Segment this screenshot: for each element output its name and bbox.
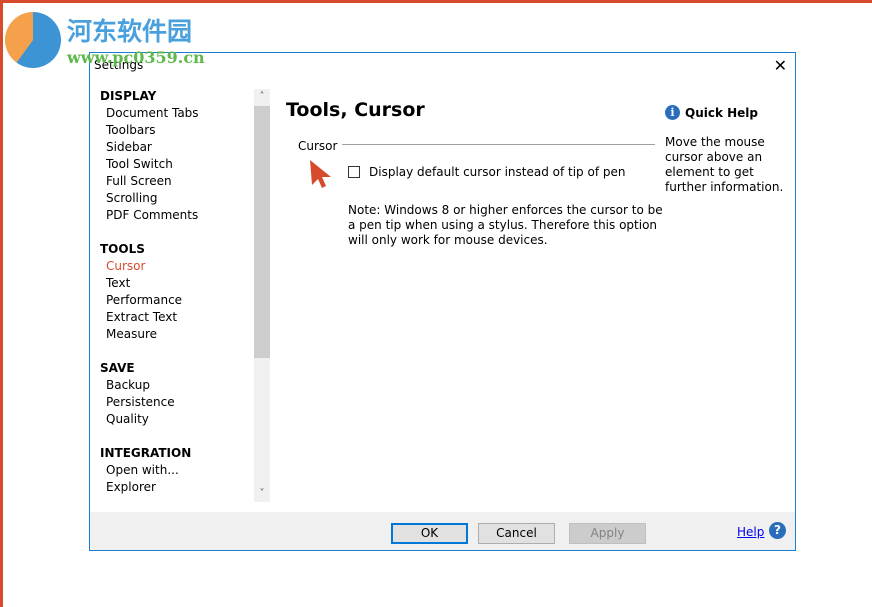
watermark-text: 河东软件园 xyxy=(67,17,193,46)
nav-item[interactable]: Tool Switch xyxy=(100,156,260,173)
apply-button[interactable]: Apply xyxy=(569,523,646,544)
quick-help-header: i Quick Help xyxy=(665,105,758,120)
scroll-down-icon[interactable]: ˅ xyxy=(254,486,270,502)
info-icon: i xyxy=(665,105,680,120)
nav-gap xyxy=(100,343,260,360)
nav-section-header: SAVE xyxy=(100,361,135,375)
nav-item[interactable]: Full Screen xyxy=(100,173,260,190)
nav-item[interactable]: Extract Text xyxy=(100,309,260,326)
nav-section-header: INTEGRATION xyxy=(100,446,192,460)
help-link[interactable]: Help xyxy=(737,525,764,539)
settings-nav: DISPLAY Document Tabs Toolbars Sidebar Tool … xyxy=(100,88,260,496)
cancel-button[interactable]: Cancel xyxy=(478,523,555,544)
watermark-logo-icon xyxy=(5,12,61,68)
group-divider xyxy=(342,144,655,145)
mouse-cursor-icon xyxy=(310,160,331,188)
nav-item[interactable]: Toolbars xyxy=(100,122,260,139)
nav-item[interactable]: Backup xyxy=(100,377,260,394)
nav-item[interactable]: Measure xyxy=(100,326,260,343)
nav-item[interactable]: Sidebar xyxy=(100,139,260,156)
nav-item[interactable]: Scrolling xyxy=(100,190,260,207)
nav-section-header: DISPLAY xyxy=(100,89,157,103)
nav-item[interactable]: Cursor xyxy=(100,258,260,275)
ok-button[interactable]: OK xyxy=(391,523,468,544)
nav-item[interactable]: Explorer xyxy=(100,479,260,496)
settings-dialog: Settings ✕ DISPLAY Document Tabs Toolbars S… xyxy=(89,52,796,551)
nav-item[interactable]: Performance xyxy=(100,292,260,309)
close-button[interactable]: ✕ xyxy=(774,56,787,75)
group-label: Cursor xyxy=(298,139,338,153)
watermark-url: www.pc0359.cn xyxy=(67,48,205,67)
nav-item[interactable]: Document Tabs xyxy=(100,105,260,122)
help-question-icon[interactable]: ? xyxy=(769,522,786,539)
default-cursor-label[interactable]: Display default cursor instead of tip of… xyxy=(369,165,625,179)
quick-help-text: Move the mouse cursor above an element t… xyxy=(665,135,784,194)
nav-item[interactable]: PDF Comments xyxy=(100,207,260,224)
note-text: Note: Windows 8 or higher enforces the c… xyxy=(348,203,663,247)
nav-item[interactable]: Persistence xyxy=(100,394,260,411)
page-title: Tools, Cursor xyxy=(286,99,425,121)
nav-item[interactable]: Open with... xyxy=(100,462,260,479)
scrollbar-thumb[interactable] xyxy=(254,106,270,358)
default-cursor-checkbox[interactable] xyxy=(348,166,360,178)
nav-gap xyxy=(100,224,260,241)
dialog-footer: OK Cancel Apply Help ? xyxy=(90,512,795,550)
scroll-up-icon[interactable]: ˄ xyxy=(254,89,270,105)
quick-help-title: Quick Help xyxy=(685,105,759,120)
nav-gap xyxy=(100,428,260,445)
nav-section-header: TOOLS xyxy=(100,242,145,256)
nav-item[interactable]: Text xyxy=(100,275,260,292)
nav-scrollbar[interactable]: ˄ ˅ xyxy=(254,89,270,502)
nav-item[interactable]: Quality xyxy=(100,411,260,428)
